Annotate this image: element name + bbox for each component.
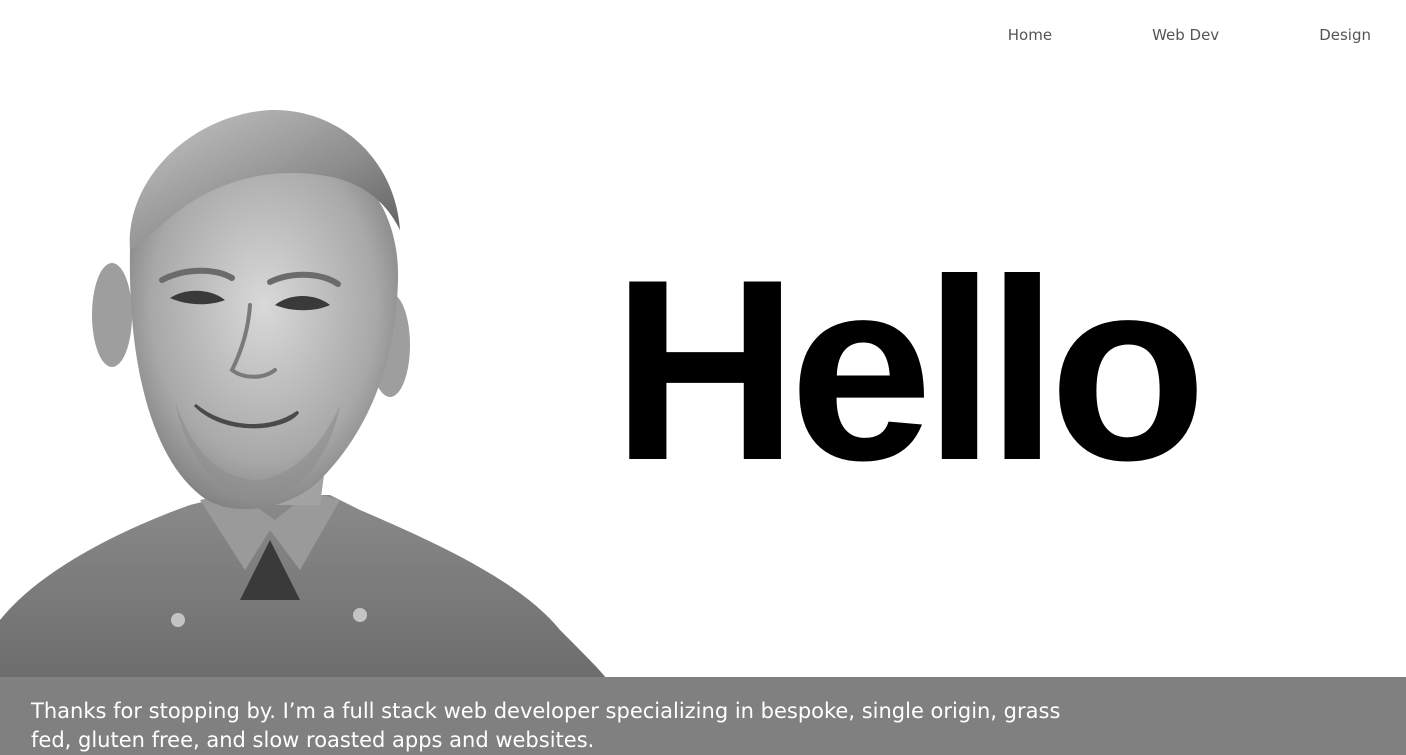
- top-nav: Home Web Dev Design: [1008, 24, 1371, 46]
- intro-band: Thanks for stopping by. I’m a full stack…: [0, 677, 1406, 755]
- nav-link-web-dev[interactable]: Web Dev: [1152, 24, 1219, 46]
- nav-link-design[interactable]: Design: [1319, 24, 1371, 46]
- page: Home Web Dev Design Hello Thanks for sto…: [0, 0, 1406, 755]
- hero-heading: Hello: [612, 225, 1207, 514]
- intro-text: Thanks for stopping by. I’m a full stack…: [31, 699, 1061, 752]
- portrait-photo: [0, 109, 606, 678]
- nav-link-home[interactable]: Home: [1008, 24, 1052, 46]
